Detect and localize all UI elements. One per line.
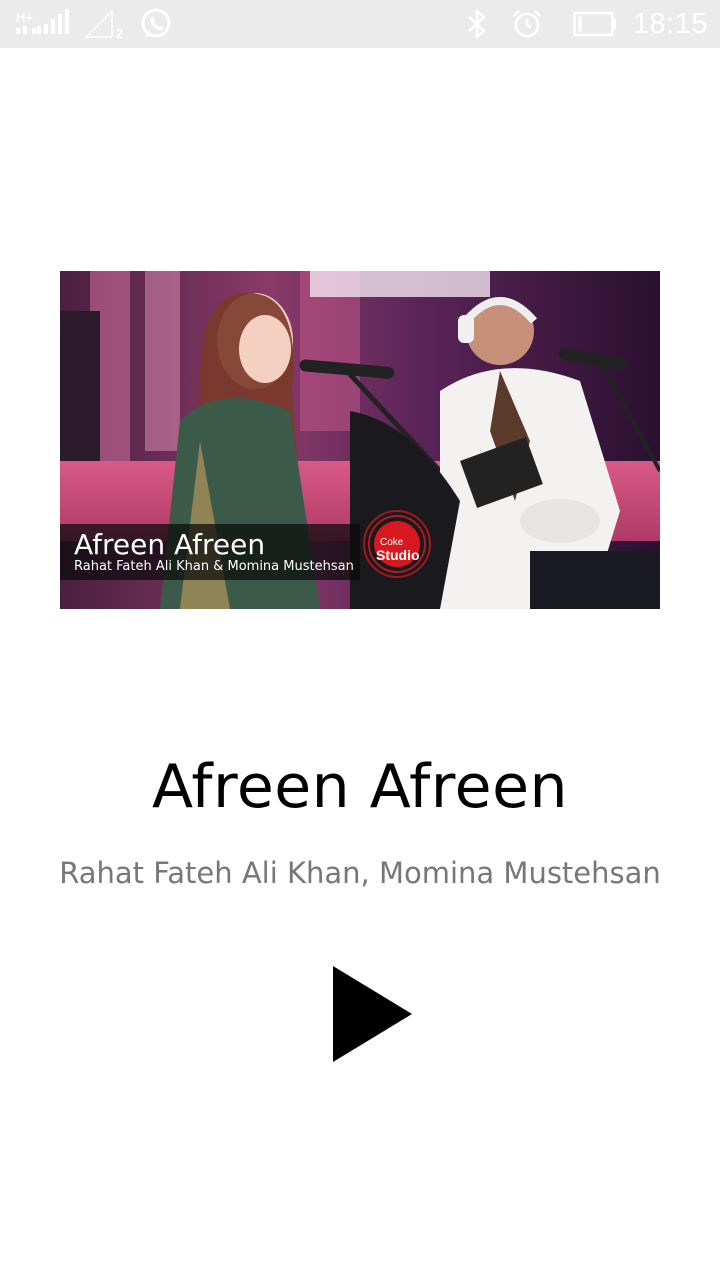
- play-button[interactable]: [330, 964, 414, 1064]
- alarm-icon: [511, 8, 543, 40]
- signal-empty-icon: [84, 9, 114, 39]
- logo-text-studio: Studio: [376, 547, 420, 563]
- thumbnail-subtitle: Rahat Fateh Ali Khan & Momina Mustehsan: [74, 559, 354, 574]
- status-clock: 18:15: [632, 7, 708, 40]
- signal-icon: H+: [14, 8, 72, 40]
- video-thumbnail[interactable]: Afreen Afreen Rahat Fateh Ali Khan & Mom…: [60, 271, 660, 609]
- battery-icon: [573, 11, 617, 37]
- status-bar: H+ 2 18:15: [0, 0, 720, 48]
- whatsapp-icon: [139, 7, 173, 41]
- song-artists: Rahat Fateh Ali Khan, Momina Mustehsan: [59, 856, 661, 890]
- play-icon: [333, 966, 412, 1062]
- thumbnail-title: Afreen Afreen: [74, 528, 266, 561]
- network-type: H+: [16, 10, 33, 25]
- bluetooth-icon: [465, 8, 489, 40]
- sim-slot: 2: [116, 25, 124, 41]
- song-title: Afreen Afreen: [151, 752, 569, 822]
